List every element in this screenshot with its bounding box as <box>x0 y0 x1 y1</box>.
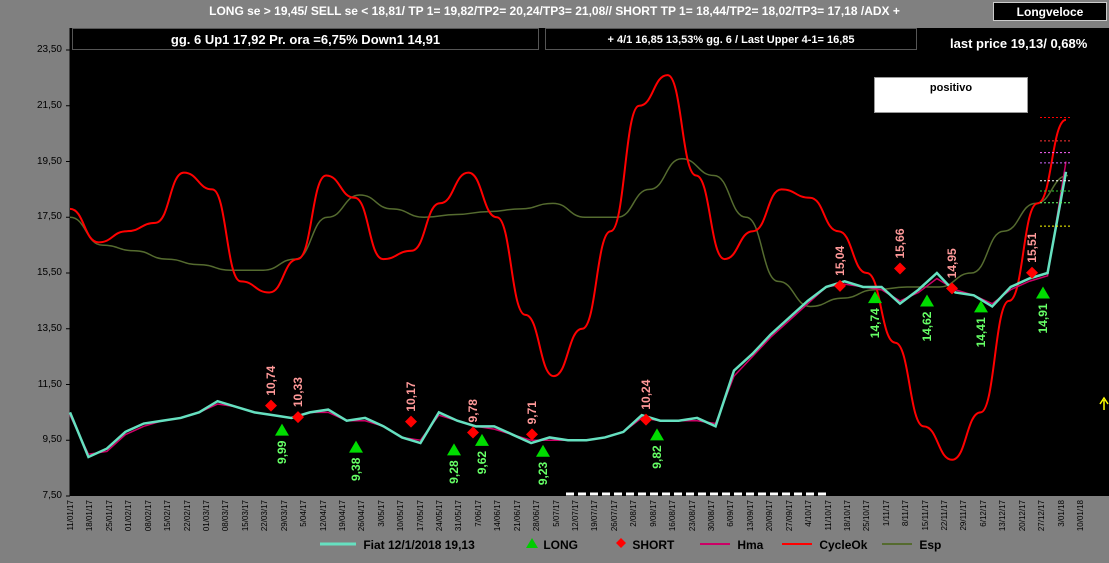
x-tick-label: 12/04/17 <box>318 500 328 532</box>
x-tick-label: 01/03/17 <box>201 500 211 532</box>
x-tick-label: 14/06/17 <box>493 500 503 532</box>
status-box: positivo <box>874 77 1028 113</box>
x-tick-label: 5/04/17 <box>299 500 309 527</box>
y-tick-label: 23,50 <box>36 44 62 55</box>
x-tick-label: 30/08/17 <box>706 500 716 532</box>
x-tick-label: 08/02/17 <box>143 500 153 532</box>
upper-box: + 4/1 16,85 13,53% gg. 6 / Last Upper 4-… <box>545 28 917 50</box>
x-tick-label: 1/11/17 <box>881 500 891 527</box>
x-tick-label: 15/11/17 <box>920 500 930 531</box>
legend-hma-label: Hma <box>737 538 764 552</box>
x-tick-label: 28/06/17 <box>532 500 542 532</box>
x-tick-label: 29/03/17 <box>279 500 289 532</box>
x-tick-label: 18/10/17 <box>842 500 852 532</box>
x-tick-label: 10/01/18 <box>1076 500 1085 532</box>
legend-long-label: LONG <box>543 538 579 552</box>
x-tick-label: 13/09/17 <box>745 500 755 532</box>
x-tick-label: 5/07/17 <box>551 500 561 527</box>
x-tick-label: 08/03/17 <box>221 500 231 532</box>
x-tick-label: 13/12/17 <box>998 500 1008 532</box>
legend-hma: Hma <box>700 537 763 552</box>
x-tick-label: 4/10/17 <box>804 500 814 527</box>
x-tick-label: 22/11/17 <box>940 500 950 531</box>
x-tick-label: 3/01/18 <box>1056 500 1066 527</box>
last-price: last price 19,13/ 0,68% <box>950 36 1088 51</box>
forecast-box: gg. 6 Up1 17,92 Pr. ora =6,75% Down1 14,… <box>72 28 539 50</box>
x-tick-label: 7/06/17 <box>473 500 483 527</box>
y-tick-label: 19,50 <box>36 155 62 167</box>
x-tick-label: 19/04/17 <box>337 500 347 532</box>
x-tick-label: 26/07/17 <box>609 500 619 532</box>
x-tick-label: 10/05/17 <box>396 500 406 532</box>
x-tick-label: 16/08/17 <box>668 500 678 532</box>
legend-esp: Esp <box>882 537 941 552</box>
y-tick-label: 11,50 <box>37 378 62 390</box>
x-tick-label: 01/02/17 <box>124 500 134 532</box>
x-tick-label: 25/01/17 <box>104 500 114 532</box>
x-tick-label: 6/12/17 <box>978 500 988 527</box>
x-tick-label: 11/01/17 <box>66 500 75 531</box>
x-tick-label: 11/10/17 <box>823 500 833 531</box>
y-tick-label: 7,50 <box>42 490 62 501</box>
x-tick-label: 22/02/17 <box>182 500 192 532</box>
legend-short-label: SHORT <box>632 538 675 552</box>
x-tick-label: 18/01/17 <box>85 500 95 532</box>
x-tick-label: 21/06/17 <box>512 500 522 532</box>
x-tick-label: 2/08/17 <box>629 500 639 527</box>
x-tick-label: 15/02/17 <box>163 500 173 532</box>
legend-short: SHORT <box>615 537 674 552</box>
legend-long: LONG <box>526 537 578 552</box>
x-tick-label: 29/11/17 <box>959 500 969 531</box>
x-tick-label: 26/04/17 <box>357 500 367 532</box>
x-tick-label: 25/10/17 <box>862 500 872 532</box>
signal-banner: LONG se > 19,45/ SELL se < 18,81/ TP 1= … <box>209 4 900 18</box>
x-tick-label: 20/09/17 <box>765 500 775 532</box>
x-tick-label: 19/07/17 <box>590 500 600 532</box>
x-tick-label: 17/05/17 <box>415 500 425 532</box>
legend-cycleok: CycleOk <box>782 537 867 552</box>
x-tick-label: 6/09/17 <box>726 500 736 527</box>
y-tick-label: 13,50 <box>36 322 62 334</box>
y-tick-label: 17,50 <box>36 211 62 223</box>
x-tick-label: 15/03/17 <box>240 500 250 532</box>
legend-fiat: Fiat 12/1/2018 19,13 <box>320 537 475 552</box>
x-tick-label: 9/08/17 <box>648 500 658 527</box>
legend-esp-label: Esp <box>919 538 942 552</box>
x-tick-label: 31/05/17 <box>454 500 464 532</box>
x-tick-label: 24/05/17 <box>435 500 445 532</box>
legend-cycleok-label: CycleOk <box>819 538 868 552</box>
mode-badge: Longveloce <box>993 2 1107 21</box>
y-tick-label: 9,50 <box>42 434 62 446</box>
x-tick-label: 8/11/17 <box>901 500 911 527</box>
x-tick-label: 23/08/17 <box>687 500 697 532</box>
legend-fiat-label: Fiat 12/1/2018 19,13 <box>363 538 475 552</box>
x-tick-label: 3/05/17 <box>376 500 386 527</box>
x-tick-label: 22/03/17 <box>260 500 270 532</box>
x-tick-label: 12/07/17 <box>571 500 580 532</box>
x-tick-label: 27/09/17 <box>784 500 794 532</box>
y-tick-label: 21,50 <box>36 99 62 111</box>
x-tick-label: 20/12/17 <box>1017 500 1027 532</box>
legend: Fiat 12/1/2018 19,13 LONG SHORT Hma Cycl… <box>0 537 1109 553</box>
y-tick-label: 15,50 <box>36 267 62 278</box>
x-tick-label: 27/12/17 <box>1037 500 1047 532</box>
